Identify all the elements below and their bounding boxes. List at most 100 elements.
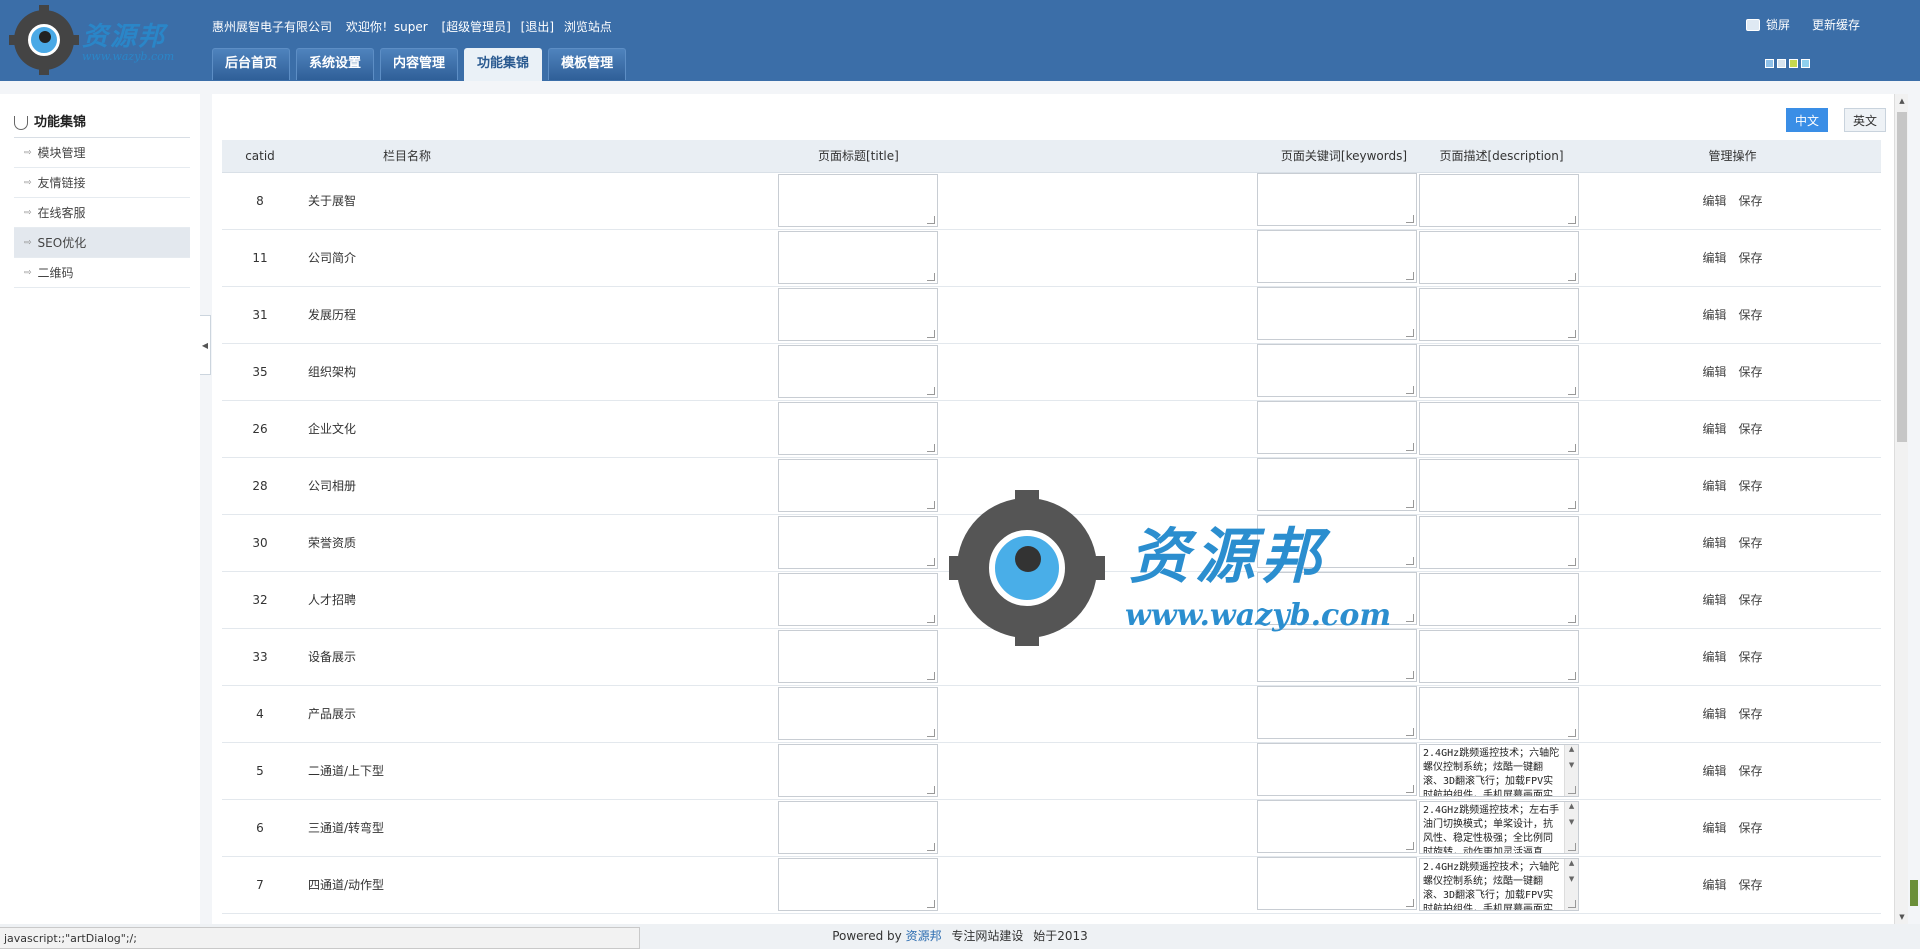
- tab-content-management[interactable]: 内容管理: [380, 48, 459, 80]
- edit-link[interactable]: 编辑: [1703, 251, 1727, 265]
- save-link[interactable]: 保存: [1739, 593, 1763, 607]
- tab-template-management[interactable]: 模板管理: [548, 48, 627, 80]
- save-link[interactable]: 保存: [1739, 764, 1763, 778]
- sidebar-item-modules[interactable]: ⇨ 模块管理: [14, 138, 190, 168]
- title-textarea[interactable]: [778, 744, 938, 797]
- save-link[interactable]: 保存: [1739, 479, 1763, 493]
- edit-link[interactable]: 编辑: [1703, 308, 1727, 322]
- title-textarea[interactable]: [778, 858, 938, 911]
- tab-system-settings[interactable]: 系统设置: [296, 48, 375, 80]
- title-textarea[interactable]: [778, 573, 938, 626]
- textarea-scrollbar[interactable]: ▲ ▼: [1564, 859, 1579, 910]
- description-textarea[interactable]: 2.4GHz跳频遥控技术；六轴陀螺仪控制系统；炫酷一键翻滚、3D翻滚飞行；加载F…: [1419, 858, 1580, 911]
- save-link[interactable]: 保存: [1739, 251, 1763, 265]
- save-link[interactable]: 保存: [1739, 536, 1763, 550]
- description-textarea[interactable]: 2.4GHz跳频遥控技术；六轴陀螺仪控制系统；炫酷一键翻滚、3D翻滚飞行；加载F…: [1419, 744, 1580, 797]
- title-textarea[interactable]: [778, 459, 938, 512]
- description-textarea[interactable]: 2.4GHz跳频遥控技术；左右手油门切换模式；单桨设计，抗风性、稳定性极强；全比…: [1419, 801, 1580, 854]
- keywords-textarea[interactable]: [1257, 571, 1418, 625]
- edit-link[interactable]: 编辑: [1703, 878, 1727, 892]
- sidebar-collapse-handle[interactable]: ◀: [200, 315, 211, 375]
- role-link[interactable]: [超级管理员]: [441, 20, 510, 34]
- title-textarea[interactable]: [778, 231, 938, 284]
- description-textarea[interactable]: [1419, 630, 1580, 683]
- title-textarea[interactable]: [778, 345, 938, 398]
- save-link[interactable]: 保存: [1739, 194, 1763, 208]
- sidebar-item-online-service[interactable]: ⇨ 在线客服: [14, 198, 190, 228]
- title-textarea[interactable]: [778, 288, 938, 341]
- edit-link[interactable]: 编辑: [1703, 536, 1727, 550]
- keywords-textarea[interactable]: [1257, 172, 1418, 226]
- description-textarea[interactable]: [1419, 402, 1580, 455]
- edit-link[interactable]: 编辑: [1703, 593, 1727, 607]
- sidebar-item-seo[interactable]: ⇨ SEO优化: [14, 228, 190, 258]
- theme-swatch-3[interactable]: [1789, 59, 1798, 68]
- lang-chinese-button[interactable]: 中文: [1785, 108, 1828, 132]
- keywords-textarea[interactable]: [1257, 229, 1418, 283]
- keywords-textarea[interactable]: [1257, 343, 1418, 397]
- description-textarea[interactable]: [1419, 459, 1580, 512]
- row-spacer: [943, 799, 1229, 857]
- edit-link[interactable]: 编辑: [1703, 650, 1727, 664]
- keywords-textarea[interactable]: [1257, 685, 1418, 739]
- save-link[interactable]: 保存: [1739, 308, 1763, 322]
- title-textarea[interactable]: [778, 687, 938, 740]
- save-link[interactable]: 保存: [1739, 422, 1763, 436]
- edit-link[interactable]: 编辑: [1703, 707, 1727, 721]
- keywords-textarea[interactable]: [1257, 799, 1418, 853]
- update-cache-button[interactable]: 更新缓存: [1812, 16, 1860, 33]
- save-link[interactable]: 保存: [1739, 365, 1763, 379]
- scrollbar-thumb[interactable]: [1897, 112, 1907, 442]
- title-textarea[interactable]: [778, 516, 938, 569]
- logout-link[interactable]: [退出]: [521, 20, 554, 34]
- tab-features[interactable]: 功能集锦: [464, 48, 543, 81]
- lang-english-button[interactable]: 英文: [1843, 108, 1886, 132]
- description-textarea[interactable]: [1419, 288, 1580, 341]
- theme-swatch-2[interactable]: [1777, 59, 1786, 68]
- edit-link[interactable]: 编辑: [1703, 764, 1727, 778]
- save-link[interactable]: 保存: [1739, 650, 1763, 664]
- row-title-cell: [778, 685, 943, 743]
- description-textarea[interactable]: [1419, 687, 1580, 740]
- edit-link[interactable]: 编辑: [1703, 194, 1727, 208]
- scroll-down-icon[interactable]: ▼: [1895, 910, 1909, 924]
- vertical-scrollbar[interactable]: ▲ ▼: [1894, 94, 1908, 924]
- lock-screen-button[interactable]: 锁屏: [1745, 16, 1790, 33]
- site-logo[interactable]: 资源邦 www.wazyb.com: [9, 5, 194, 75]
- textarea-scrollbar[interactable]: ▲ ▼: [1564, 802, 1579, 853]
- keywords-textarea[interactable]: [1257, 286, 1418, 340]
- title-textarea[interactable]: [778, 630, 938, 683]
- save-link[interactable]: 保存: [1739, 878, 1763, 892]
- footer-brand-link[interactable]: 资源邦: [906, 929, 942, 943]
- edit-link[interactable]: 编辑: [1703, 422, 1727, 436]
- keywords-textarea[interactable]: [1257, 400, 1418, 454]
- edit-link[interactable]: 编辑: [1703, 365, 1727, 379]
- theme-swatch-1[interactable]: [1765, 59, 1774, 68]
- row-spacer: [943, 229, 1229, 287]
- keywords-textarea[interactable]: [1257, 856, 1418, 910]
- save-link[interactable]: 保存: [1739, 821, 1763, 835]
- textarea-scrollbar[interactable]: ▲ ▼: [1564, 745, 1579, 796]
- edit-link[interactable]: 编辑: [1703, 821, 1727, 835]
- title-textarea[interactable]: [778, 174, 938, 227]
- sidebar-item-qrcode[interactable]: ⇨ 二维码: [14, 258, 190, 288]
- browse-site-link[interactable]: 浏览站点: [564, 20, 612, 34]
- edit-link[interactable]: 编辑: [1703, 479, 1727, 493]
- tab-home[interactable]: 后台首页: [212, 48, 291, 80]
- row-title-cell: [778, 229, 943, 287]
- save-link[interactable]: 保存: [1739, 707, 1763, 721]
- sidebar-item-links[interactable]: ⇨ 友情链接: [14, 168, 190, 198]
- scroll-up-icon[interactable]: ▲: [1895, 94, 1909, 108]
- keywords-textarea[interactable]: [1257, 457, 1418, 511]
- description-textarea[interactable]: [1419, 231, 1580, 284]
- keywords-textarea[interactable]: [1257, 514, 1418, 568]
- keywords-textarea[interactable]: [1257, 628, 1418, 682]
- theme-swatch-4[interactable]: [1801, 59, 1810, 68]
- description-textarea[interactable]: [1419, 516, 1580, 569]
- title-textarea[interactable]: [778, 801, 938, 854]
- description-textarea[interactable]: [1419, 174, 1580, 227]
- description-textarea[interactable]: [1419, 573, 1580, 626]
- keywords-textarea[interactable]: [1257, 742, 1418, 796]
- description-textarea[interactable]: [1419, 345, 1580, 398]
- title-textarea[interactable]: [778, 402, 938, 455]
